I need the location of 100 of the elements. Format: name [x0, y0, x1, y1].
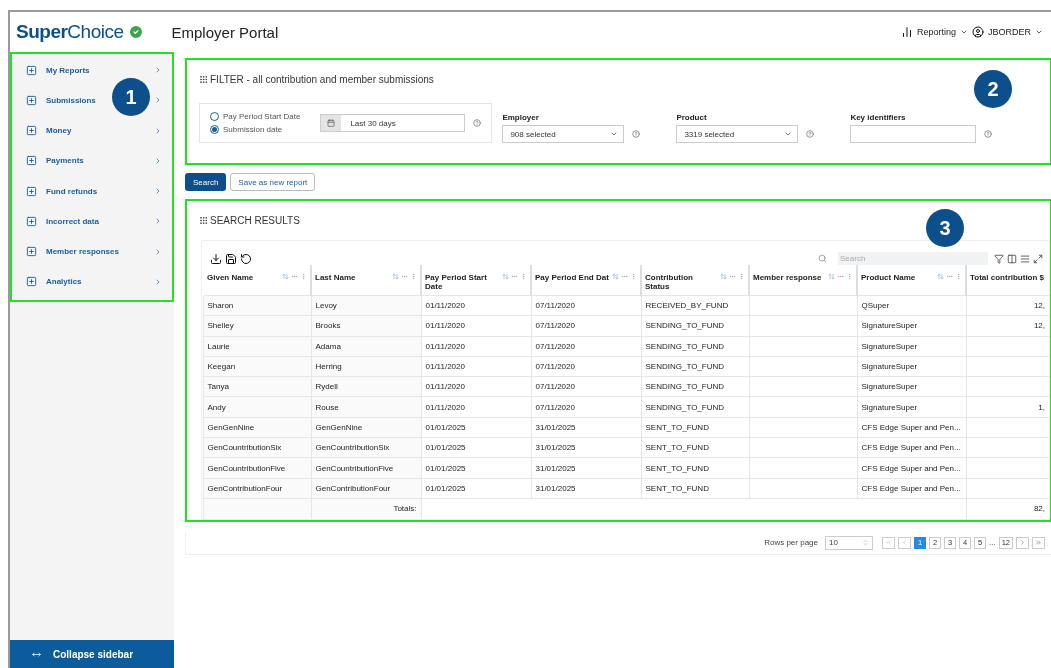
reporting-link[interactable]: Reporting [900, 26, 956, 38]
sidebar-item[interactable]: Member responses [46, 247, 119, 257]
column-header[interactable]: Total contribution $ [970, 273, 1046, 282]
table-cell: RECEIVED_BY_FUND [641, 295, 749, 316]
sidebar-item[interactable]: Incorrect data [46, 216, 99, 226]
search-button[interactable]: Search [185, 173, 227, 191]
previous-page-button[interactable] [898, 536, 911, 549]
table-cell: CFS Edge Super and Pen... [857, 417, 966, 438]
table-cell: 01/11/2020 [421, 336, 531, 357]
column-header[interactable]: Pay Period End Dat [535, 273, 610, 282]
plus-square-icon [26, 215, 37, 227]
table-cell: 01/01/2025 [421, 457, 531, 479]
dropdown[interactable]: 3319 selected [676, 125, 799, 143]
radio-button[interactable] [210, 125, 219, 134]
table-cell: SENDING_TO_FUND [641, 397, 749, 418]
rows-icon[interactable] [1020, 253, 1030, 264]
column-header[interactable]: Member response [753, 273, 826, 282]
sort-icon[interactable] [502, 273, 509, 280]
download-icon[interactable] [210, 253, 222, 265]
table-cell: 01/01/2025 [421, 437, 531, 458]
chevron-right-icon [1019, 539, 1026, 547]
column-header[interactable]: Contribution Status [645, 273, 718, 291]
first-page-icon [885, 539, 892, 547]
bar-chart-icon [900, 26, 913, 38]
pagination-ellipsis: ... [989, 538, 996, 548]
sidebar-item[interactable]: Fund refunds [46, 186, 98, 196]
key-identifiers-field[interactable] [850, 125, 977, 143]
chevron-right-icon[interactable] [154, 247, 162, 256]
date-range-field[interactable]: Last 30 days [320, 114, 466, 132]
table-cell: 01/11/2020 [421, 295, 531, 316]
last-page-button[interactable] [1032, 536, 1045, 549]
table-cell: CFS Edge Super and Pen... [857, 437, 966, 458]
chevron-right-icon[interactable] [154, 187, 162, 196]
plus-square-icon [26, 94, 37, 106]
search-field[interactable]: Search [838, 252, 988, 265]
table-cell: Rydell [311, 376, 421, 397]
table-cell: Tanya [203, 376, 311, 397]
rows-per-page-select[interactable]: 10 [825, 535, 873, 550]
rows-per-page-label: Rows per page [764, 538, 818, 548]
table-cell: Levoy [311, 295, 421, 316]
column-header[interactable]: Product Name [861, 273, 935, 282]
sidebar-item[interactable]: My Reports [46, 65, 90, 75]
chevron-right-icon[interactable] [154, 156, 162, 165]
radio-label: Pay Period Start Date [223, 112, 301, 121]
table-cell: GenGenNine [203, 417, 311, 438]
table-cell: GenCountributionFive [203, 457, 311, 479]
collapse-sidebar-button[interactable]: Collapse sidebar [10, 640, 174, 668]
table-cell: GenCountributionSix [203, 437, 311, 458]
sort-icon[interactable] [828, 273, 835, 280]
sidebar-item[interactable]: Submissions [46, 95, 96, 105]
table-cell: SENT_TO_FUND [641, 457, 749, 479]
chevron-right-icon[interactable] [154, 217, 162, 226]
last-page-icon [1035, 539, 1042, 547]
radio-label: Submission date [223, 125, 283, 134]
table-cell: SignatureSuper [857, 315, 966, 337]
table-cell: Brooks [311, 315, 421, 337]
sidebar-item[interactable]: Analytics [46, 277, 82, 287]
plus-square-icon [26, 185, 37, 197]
filter-icon[interactable] [994, 253, 1004, 264]
columns-icon[interactable] [1007, 253, 1017, 264]
field-label: Key identifiers [850, 113, 907, 122]
arrows-icon [32, 649, 41, 659]
save-report-button[interactable]: Save as new report [230, 173, 316, 191]
table-cell: 01/01/2025 [421, 417, 531, 438]
table-cell: Andy [203, 397, 311, 418]
save-icon[interactable] [225, 253, 237, 265]
column-header[interactable]: Given Name [207, 273, 280, 282]
sidebar-item[interactable]: Money [46, 126, 72, 136]
table-cell: SENT_TO_FUND [641, 437, 749, 458]
fullscreen-icon[interactable] [1033, 253, 1043, 264]
chevron-left-icon [901, 539, 908, 547]
table-cell: Shelley [203, 315, 311, 337]
column-header[interactable]: Pay Period Start Date [425, 273, 500, 291]
next-page-button[interactable] [1016, 536, 1029, 549]
sort-icon[interactable] [937, 273, 944, 280]
table-cell: Sharon [203, 295, 311, 316]
spinner-icon [862, 539, 869, 547]
table-cell: 01/11/2020 [421, 315, 531, 337]
chevron-right-icon[interactable] [154, 66, 162, 74]
sort-icon[interactable] [282, 273, 289, 280]
sort-icon[interactable] [612, 273, 619, 280]
sidebar-item[interactable]: Payments [46, 156, 84, 166]
chevron-right-icon[interactable] [154, 96, 162, 105]
chevron-right-icon[interactable] [154, 277, 162, 286]
column-header[interactable]: Last Name [315, 273, 390, 282]
table-cell: 1, [966, 397, 1049, 418]
table-cell: SENT_TO_FUND [641, 478, 749, 499]
first-page-button[interactable] [882, 536, 895, 549]
table-cell: SignatureSuper [857, 356, 966, 377]
table-cell: 31/01/2025 [531, 437, 641, 458]
totals-label: Totals: [311, 498, 421, 519]
table-cell: 12, [966, 295, 1049, 316]
dropdown[interactable]: 908 selected [502, 125, 625, 143]
sort-icon[interactable] [392, 273, 399, 280]
chevron-right-icon[interactable] [154, 126, 162, 135]
sort-icon[interactable] [720, 273, 727, 280]
help-icon [984, 130, 993, 138]
table-cell: GenContributionFour [311, 478, 421, 499]
user-menu[interactable]: JBORDER [988, 27, 1031, 37]
reset-icon[interactable] [240, 253, 252, 265]
